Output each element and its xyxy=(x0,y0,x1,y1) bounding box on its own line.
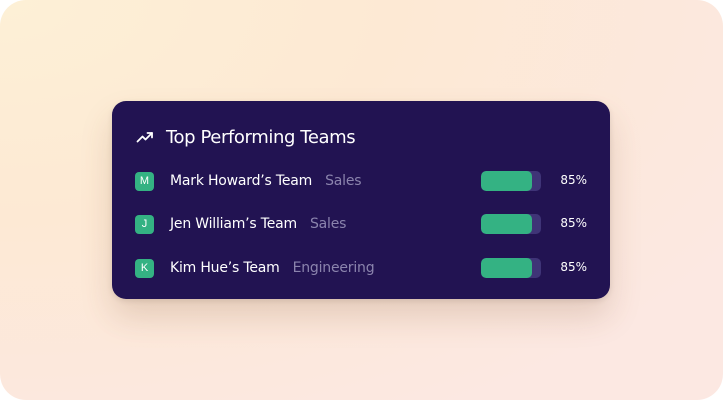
percent-label: 85% xyxy=(560,173,587,187)
team-row[interactable]: J Jen William’s Team Sales 85% xyxy=(135,214,587,234)
team-name: Mark Howard’s Team xyxy=(170,173,313,189)
progress-fill xyxy=(481,214,532,234)
team-department: Sales xyxy=(325,173,362,189)
card-header: Top Performing Teams xyxy=(136,125,356,149)
progress-bar xyxy=(481,258,541,278)
progress-fill xyxy=(481,258,532,278)
card-title: Top Performing Teams xyxy=(166,126,356,148)
percent-label: 85% xyxy=(560,260,587,274)
team-row[interactable]: M Mark Howard’s Team Sales 85% xyxy=(135,171,587,191)
team-department: Sales xyxy=(309,216,347,232)
top-teams-card: Top Performing Teams M Mark Howard’s Tea… xyxy=(112,101,610,299)
team-avatar: J xyxy=(135,214,154,234)
percent-label: 85% xyxy=(560,216,587,230)
team-name: Kim Hue’s Team xyxy=(170,260,280,276)
progress-bar xyxy=(481,171,541,191)
team-avatar: K xyxy=(135,258,154,278)
progress-fill xyxy=(481,171,532,191)
background-frame: Top Performing Teams M Mark Howard’s Tea… xyxy=(0,0,723,400)
team-row[interactable]: K Kim Hue’s Team Engineering 85% xyxy=(135,258,587,278)
team-department: Engineering xyxy=(292,260,375,276)
progress-bar xyxy=(481,214,541,234)
team-name: Jen William’s Team xyxy=(170,216,297,232)
trending-up-icon xyxy=(136,132,153,143)
team-avatar: M xyxy=(135,171,154,191)
